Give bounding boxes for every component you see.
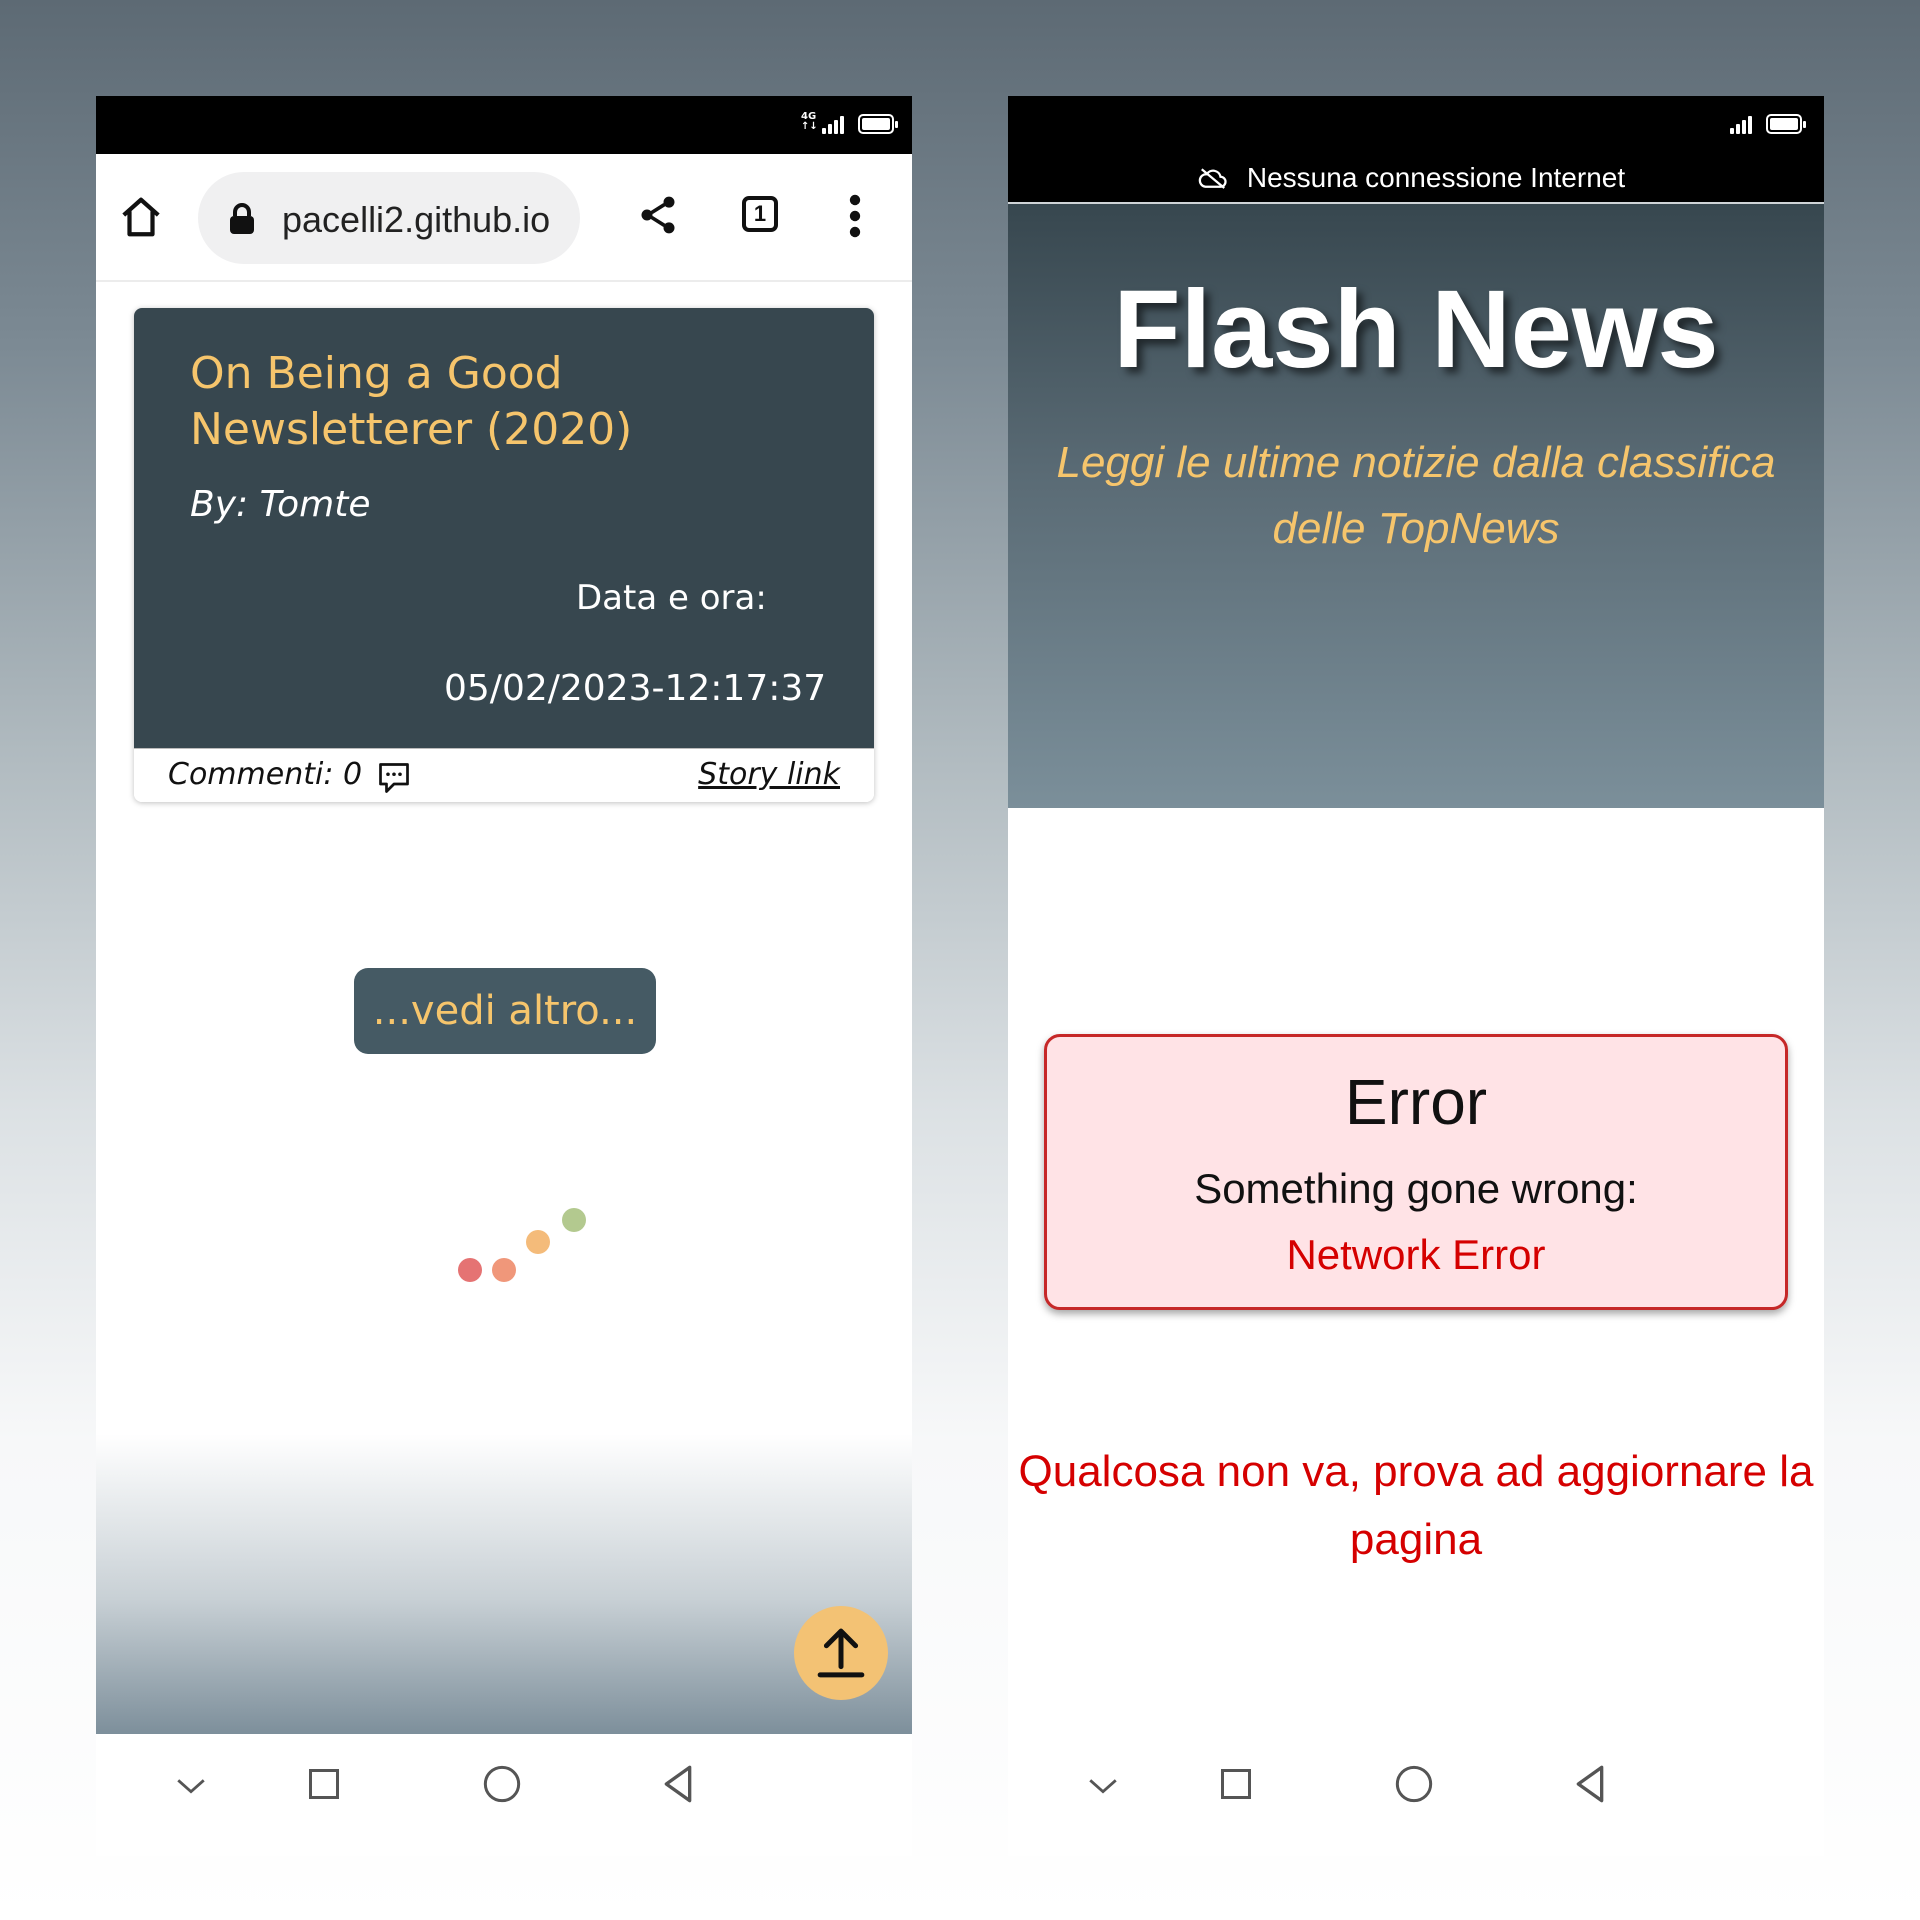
error-alert: Error Something gone wrong: Network Erro… xyxy=(1044,1034,1788,1310)
story-link[interactable]: Story link xyxy=(698,757,840,792)
more-vert-icon[interactable] xyxy=(848,194,862,238)
nav-down-icon[interactable] xyxy=(1086,1774,1120,1798)
nav-back-icon[interactable] xyxy=(660,1764,696,1804)
system-nav-bar xyxy=(96,1734,912,1856)
nav-square-icon[interactable] xyxy=(306,1766,342,1802)
share-icon[interactable] xyxy=(636,192,680,238)
no-internet-banner: Nessuna connessione Internet xyxy=(1008,162,1824,194)
system-nav-bar xyxy=(1008,1734,1824,1856)
signal-icon xyxy=(1730,116,1758,134)
site-subtitle: Leggi le ultime notizie dalla classifica… xyxy=(1056,438,1776,553)
story-card-body: On Being a Good Newsletterer (2020) By: … xyxy=(134,308,874,748)
comment-icon[interactable] xyxy=(376,761,412,795)
address-bar[interactable]: pacelli2.github.io xyxy=(198,172,580,264)
story-date: 05/02/2023-12:17:37 xyxy=(444,668,827,709)
scroll-top-button[interactable] xyxy=(794,1606,888,1700)
site-title: Flash News xyxy=(1113,268,1719,391)
story-title[interactable]: On Being a Good Newsletterer (2020) xyxy=(190,346,830,458)
nav-circle-icon[interactable] xyxy=(482,1764,522,1804)
loader-dot xyxy=(458,1258,482,1282)
no-internet-text: Nessuna connessione Internet xyxy=(1246,162,1626,193)
load-more-button[interactable]: ...vedi altro... xyxy=(354,968,656,1054)
network-type-label: 4G ↑↓ xyxy=(801,111,818,132)
footer-gradient xyxy=(96,1434,912,1734)
retry-message: Qualcosa non va, prova ad aggiornare la … xyxy=(1018,1447,1814,1564)
status-bar: 4G ↑↓ xyxy=(96,96,912,154)
loader-dot xyxy=(562,1208,586,1232)
site-header: Flash News Leggi le ultime notizie dalla… xyxy=(1008,204,1824,808)
error-title: Error xyxy=(1344,1066,1488,1138)
tabs-icon[interactable]: 1 xyxy=(742,196,778,232)
battery-icon xyxy=(1766,114,1806,134)
arrow-up-icon xyxy=(817,1628,865,1678)
left-phone-screen: 4G ↑↓ pacelli2.github.io 1 On Being a Goo… xyxy=(96,96,912,1856)
nav-back-icon[interactable] xyxy=(1572,1764,1608,1804)
nav-down-icon[interactable] xyxy=(174,1774,208,1798)
loader-dot xyxy=(526,1230,550,1254)
story-author: By: Tomte xyxy=(190,484,371,525)
loader-dot xyxy=(492,1258,516,1282)
error-detail: Network Error xyxy=(1286,1231,1546,1278)
right-phone-screen: Nessuna connessione Internet Flash News … xyxy=(1008,96,1824,1856)
story-date-label: Data e ora: xyxy=(576,578,767,618)
lock-icon xyxy=(230,203,254,234)
story-card: On Being a Good Newsletterer (2020) By: … xyxy=(134,308,874,802)
nav-circle-icon[interactable] xyxy=(1394,1764,1434,1804)
error-message: Something gone wrong: xyxy=(1194,1165,1638,1212)
story-card-footer: Commenti: 0 Story link xyxy=(134,748,874,802)
nav-square-icon[interactable] xyxy=(1218,1766,1254,1802)
url-text: pacelli2.github.io xyxy=(282,199,551,240)
signal-icon xyxy=(822,116,850,134)
browser-toolbar: pacelli2.github.io 1 xyxy=(96,154,912,282)
comments-count[interactable]: Commenti: 0 xyxy=(168,757,362,792)
home-icon[interactable] xyxy=(118,194,164,240)
status-bar: Nessuna connessione Internet xyxy=(1008,96,1824,204)
battery-icon xyxy=(858,114,898,134)
